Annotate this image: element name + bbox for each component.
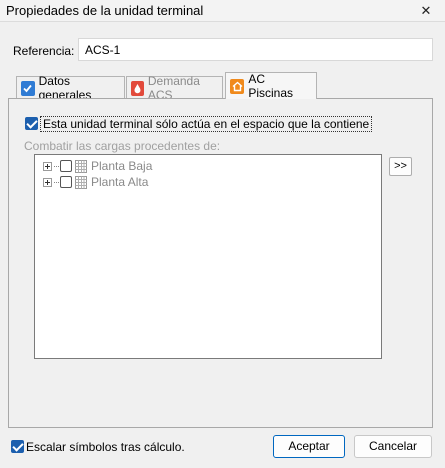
title-bar: Propiedades de la unidad terminal ✕: [0, 0, 445, 22]
home-icon: [230, 78, 245, 94]
scale-symbols-label[interactable]: Escalar símbolos tras cálculo.: [26, 440, 185, 454]
tree-item-label: Planta Alta: [91, 175, 149, 189]
tree-connector: [54, 181, 59, 183]
tree-connector: [54, 165, 59, 167]
tab-demanda-acs[interactable]: Demanda ACS: [126, 74, 223, 102]
window-title: Propiedades de la unidad terminal: [6, 3, 204, 18]
tree-checkbox[interactable]: [60, 176, 72, 188]
tree-item[interactable]: Planta Baja: [43, 158, 152, 174]
floors-tree[interactable]: Planta Baja Planta Alta: [34, 154, 382, 359]
cancel-button[interactable]: Cancelar: [354, 435, 432, 458]
scale-symbols-checkbox[interactable]: [11, 440, 24, 453]
accept-button[interactable]: Aceptar: [273, 435, 345, 458]
close-icon[interactable]: ✕: [411, 0, 441, 22]
tree-item[interactable]: Planta Alta: [43, 174, 148, 190]
referencia-input[interactable]: ACS-1: [78, 38, 433, 61]
floor-icon: [75, 159, 87, 173]
only-space-label[interactable]: Esta unidad terminal sólo actúa en el es…: [40, 116, 373, 132]
floor-icon: [75, 175, 87, 189]
tab-label: AC Piscinas: [248, 72, 293, 100]
only-space-checkbox[interactable]: [25, 117, 38, 130]
combat-loads-label: Combatir las cargas procedentes de:: [24, 139, 221, 153]
checkbox-tab-icon: [21, 80, 35, 96]
tab-ac-piscinas[interactable]: AC Piscinas: [225, 72, 317, 100]
expand-icon[interactable]: [43, 161, 52, 171]
tree-checkbox[interactable]: [60, 160, 72, 172]
water-drop-icon: [131, 80, 144, 96]
expand-icon[interactable]: [43, 177, 52, 187]
add-floors-button[interactable]: >>: [389, 157, 412, 176]
referencia-label: Referencia:: [13, 44, 75, 58]
tab-datos-generales[interactable]: Datos generales: [16, 74, 125, 102]
tree-item-label: Planta Baja: [91, 159, 153, 173]
